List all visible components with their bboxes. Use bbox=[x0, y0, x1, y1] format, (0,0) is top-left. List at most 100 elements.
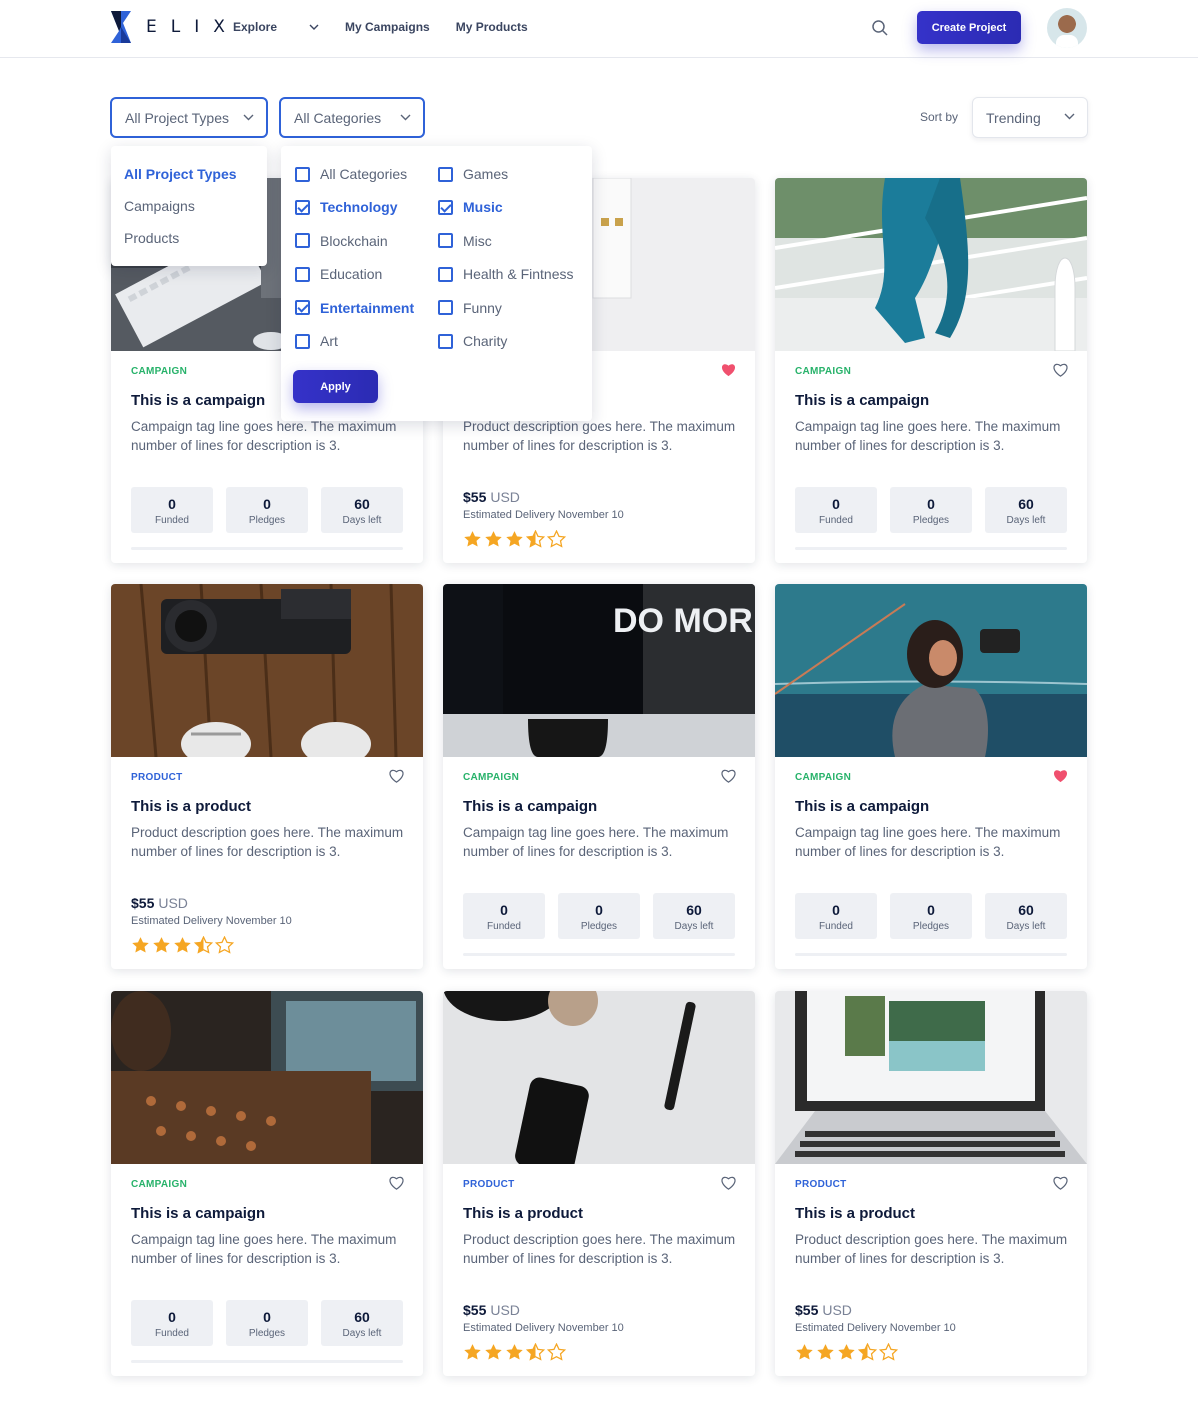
category-option-entertainment[interactable]: Entertainment bbox=[295, 300, 414, 316]
checkbox[interactable] bbox=[438, 166, 453, 182]
menu-item-campaigns[interactable]: Campaigns bbox=[111, 198, 267, 230]
brand-logo[interactable]: ELIX bbox=[110, 10, 239, 44]
card-title[interactable]: This is a campaign bbox=[795, 798, 929, 815]
checkbox[interactable] bbox=[295, 266, 310, 282]
category-option-art[interactable]: Art bbox=[295, 333, 338, 349]
card-delivery: Estimated Delivery November 10 bbox=[463, 1322, 624, 1334]
star-empty-icon bbox=[547, 1343, 566, 1361]
checkbox[interactable] bbox=[295, 233, 310, 249]
stat-label: Days left bbox=[342, 515, 382, 526]
card-image[interactable]: DO MORE. bbox=[443, 584, 755, 757]
card-image[interactable] bbox=[443, 991, 755, 1164]
chevron-down-icon bbox=[309, 24, 319, 30]
card-title[interactable]: This is a campaign bbox=[463, 798, 597, 815]
menu-item-all-types[interactable]: All Project Types bbox=[111, 166, 267, 198]
card-title[interactable]: This is a product bbox=[795, 1205, 915, 1222]
checkbox[interactable] bbox=[295, 300, 310, 316]
card-title[interactable]: This is a campaign bbox=[131, 392, 265, 409]
heart-icon[interactable] bbox=[388, 768, 405, 784]
checkbox[interactable] bbox=[438, 199, 453, 215]
category-option-label: Charity bbox=[463, 333, 508, 349]
nav-my-products[interactable]: My Products bbox=[456, 20, 528, 34]
star-filled-icon bbox=[506, 1344, 523, 1360]
stat-label: Funded bbox=[487, 921, 521, 932]
category-option-technology[interactable]: Technology bbox=[295, 199, 398, 215]
project-types-select[interactable]: All Project Types bbox=[110, 97, 268, 138]
heart-icon[interactable] bbox=[388, 1175, 405, 1191]
category-option-funny[interactable]: Funny bbox=[438, 300, 502, 316]
stat-label: Pledges bbox=[580, 921, 618, 932]
card-title[interactable]: This is a product bbox=[131, 798, 251, 815]
star-filled-icon bbox=[464, 531, 481, 547]
category-option-health-and-fintness[interactable]: Health & Fintness bbox=[438, 266, 574, 282]
nav-explore[interactable]: Explore bbox=[233, 20, 319, 34]
category-option-label: Technology bbox=[320, 199, 398, 216]
stat-label: Funded bbox=[155, 1328, 189, 1339]
card-image[interactable] bbox=[111, 991, 423, 1164]
apply-button[interactable]: Apply bbox=[293, 370, 378, 403]
card-title[interactable]: This is a campaign bbox=[795, 392, 929, 409]
category-option-label: Funny bbox=[463, 299, 502, 316]
heart-icon[interactable] bbox=[720, 1175, 737, 1191]
star-filled-icon bbox=[838, 1344, 855, 1360]
checkbox[interactable] bbox=[295, 166, 310, 182]
stat-value: 0 bbox=[595, 902, 603, 918]
card-image[interactable] bbox=[775, 178, 1087, 351]
category-option-blockchain[interactable]: Blockchain bbox=[295, 233, 388, 249]
card-delivery: Estimated Delivery November 10 bbox=[795, 1322, 956, 1334]
stat-value: 60 bbox=[354, 496, 370, 512]
card-price: $55 USD bbox=[131, 895, 188, 911]
heart-icon[interactable] bbox=[720, 768, 737, 784]
heart-filled-icon[interactable] bbox=[1052, 768, 1069, 784]
checkbox[interactable] bbox=[295, 333, 310, 349]
heart-icon[interactable] bbox=[1052, 1175, 1069, 1191]
card-image[interactable] bbox=[111, 584, 423, 757]
checkbox[interactable] bbox=[438, 233, 453, 249]
card-title[interactable]: This is a campaign bbox=[131, 1205, 265, 1222]
search-icon[interactable] bbox=[871, 19, 889, 37]
categories-select[interactable]: All Categories bbox=[279, 97, 425, 138]
sort-select[interactable]: Trending bbox=[972, 97, 1088, 138]
create-project-button[interactable]: Create Project bbox=[917, 11, 1021, 44]
avatar[interactable] bbox=[1047, 8, 1087, 48]
heart-filled-icon[interactable] bbox=[720, 362, 737, 378]
card-description: Product description goes here. The maxim… bbox=[795, 1232, 1068, 1266]
category-option-games[interactable]: Games bbox=[438, 166, 508, 182]
category-option-education[interactable]: Education bbox=[295, 266, 382, 282]
product-card[interactable]: PRODUCT This is a product Product descript… bbox=[443, 991, 755, 1376]
category-option-all-categories[interactable]: All Categories bbox=[295, 166, 407, 182]
funding-progress-bar bbox=[795, 547, 1067, 550]
image-text: DO MORE. bbox=[613, 602, 755, 640]
product-card[interactable]: PRODUCT This is a product Product descript… bbox=[111, 584, 423, 969]
checkbox[interactable] bbox=[438, 300, 453, 316]
category-option-charity[interactable]: Charity bbox=[438, 333, 507, 349]
funding-progress-bar bbox=[131, 547, 403, 550]
card-description: Campaign tag line goes here. The maximum… bbox=[795, 825, 1061, 859]
card-image[interactable] bbox=[775, 991, 1087, 1164]
nav-my-campaigns[interactable]: My Campaigns bbox=[345, 20, 430, 34]
campaign-card[interactable]: CAMPAIGN This is a campaign Campaign tag l… bbox=[111, 991, 423, 1376]
checkbox[interactable] bbox=[438, 333, 453, 349]
campaign-card[interactable]: CAMPAIGN This is a campaign Campaign tag l… bbox=[775, 178, 1087, 563]
product-card[interactable]: PRODUCT This is a product Product descript… bbox=[775, 991, 1087, 1376]
stat-funded: 0 Funded bbox=[795, 893, 877, 939]
checkbox[interactable] bbox=[438, 266, 453, 282]
card-title[interactable]: This is a product bbox=[463, 1205, 583, 1222]
stat-pledges: 0 Pledges bbox=[226, 1300, 308, 1346]
stat-value: 0 bbox=[927, 902, 935, 918]
card-image[interactable] bbox=[775, 584, 1087, 757]
stat-label: Days left bbox=[674, 921, 714, 932]
campaign-card[interactable]: CAMPAIGN This is a campaign Campaign tag l… bbox=[775, 584, 1087, 969]
menu-item-products[interactable]: Products bbox=[111, 230, 267, 262]
card-stats: 0 Funded 0 Pledges 60 Days left bbox=[131, 487, 416, 533]
main-nav: Explore My Campaigns My Products bbox=[233, 20, 554, 34]
stat-value: 0 bbox=[263, 1309, 271, 1325]
heart-icon[interactable] bbox=[1052, 362, 1069, 378]
stat-value: 60 bbox=[686, 902, 702, 918]
category-option-misc[interactable]: Misc bbox=[438, 233, 492, 249]
checkbox[interactable] bbox=[295, 199, 310, 215]
star-filled-icon bbox=[153, 937, 170, 953]
campaign-card[interactable]: DO MORE. CAMPAIGN This is a campaign Campai… bbox=[443, 584, 755, 969]
category-option-music[interactable]: Music bbox=[438, 199, 503, 215]
avatar-shirt bbox=[1056, 35, 1078, 48]
